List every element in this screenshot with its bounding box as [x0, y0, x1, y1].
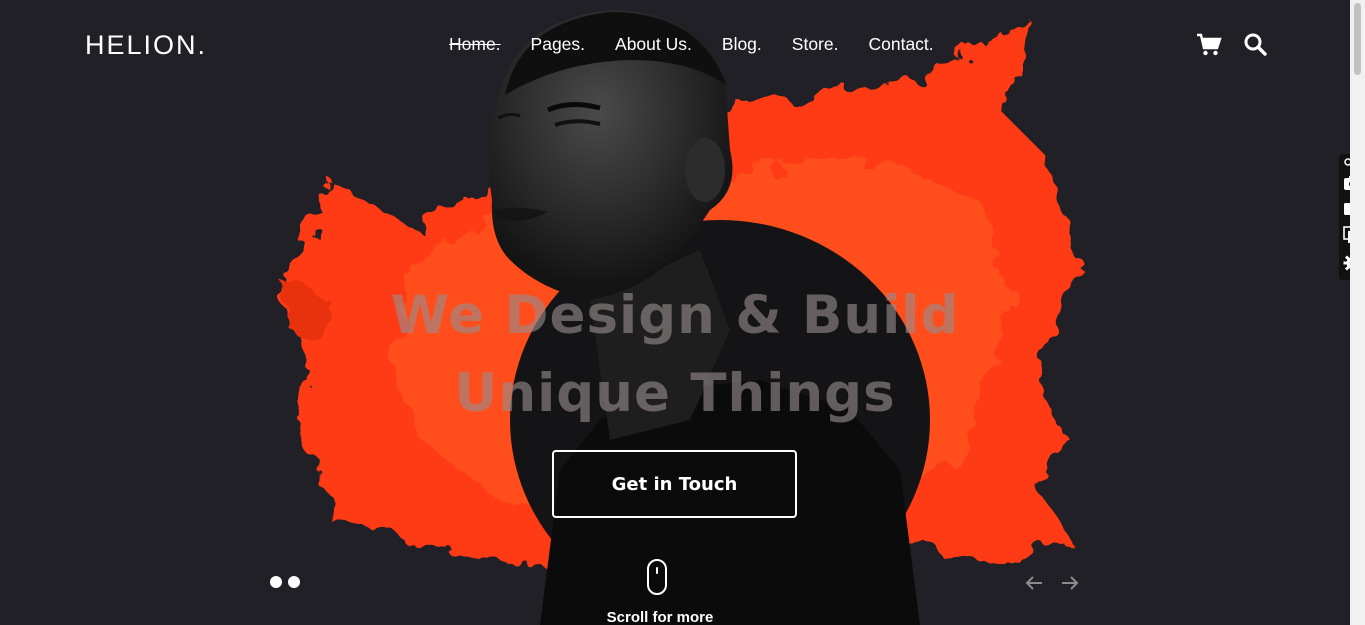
- get-in-touch-button[interactable]: Get in Touch: [552, 450, 797, 518]
- hero-section: HELION. Home. Pages. About Us. Blog. Sto…: [0, 0, 1350, 625]
- nav-item-pages[interactable]: Pages.: [531, 34, 585, 55]
- slider-pagination: [270, 576, 300, 588]
- scroll-mouse-icon[interactable]: [647, 559, 667, 595]
- arrow-right-icon[interactable]: [1060, 573, 1080, 593]
- nav-item-home[interactable]: Home.: [449, 34, 501, 55]
- search-icon[interactable]: [1243, 32, 1267, 56]
- cart-icon[interactable]: [1196, 33, 1222, 57]
- arrow-left-icon[interactable]: [1024, 573, 1044, 593]
- scroll-hint: Scroll for more: [606, 609, 714, 625]
- nav-item-about-us[interactable]: About Us.: [615, 34, 692, 55]
- scrollbar-thumb[interactable]: [1354, 3, 1361, 75]
- slide-dot-2[interactable]: [288, 576, 300, 588]
- slide-dot-1[interactable]: [270, 576, 282, 588]
- page-scrollbar[interactable]: [1350, 0, 1365, 625]
- nav-item-blog[interactable]: Blog.: [722, 34, 762, 55]
- brand-logo[interactable]: HELION.: [85, 30, 207, 61]
- nav-item-contact[interactable]: Contact.: [868, 34, 933, 55]
- main-nav: Home. Pages. About Us. Blog. Store. Cont…: [449, 34, 964, 55]
- hero-headline-line2: Unique Things: [454, 363, 896, 424]
- nav-item-store[interactable]: Store.: [792, 34, 839, 55]
- hero-headline-line1: We Design & Build: [390, 285, 960, 346]
